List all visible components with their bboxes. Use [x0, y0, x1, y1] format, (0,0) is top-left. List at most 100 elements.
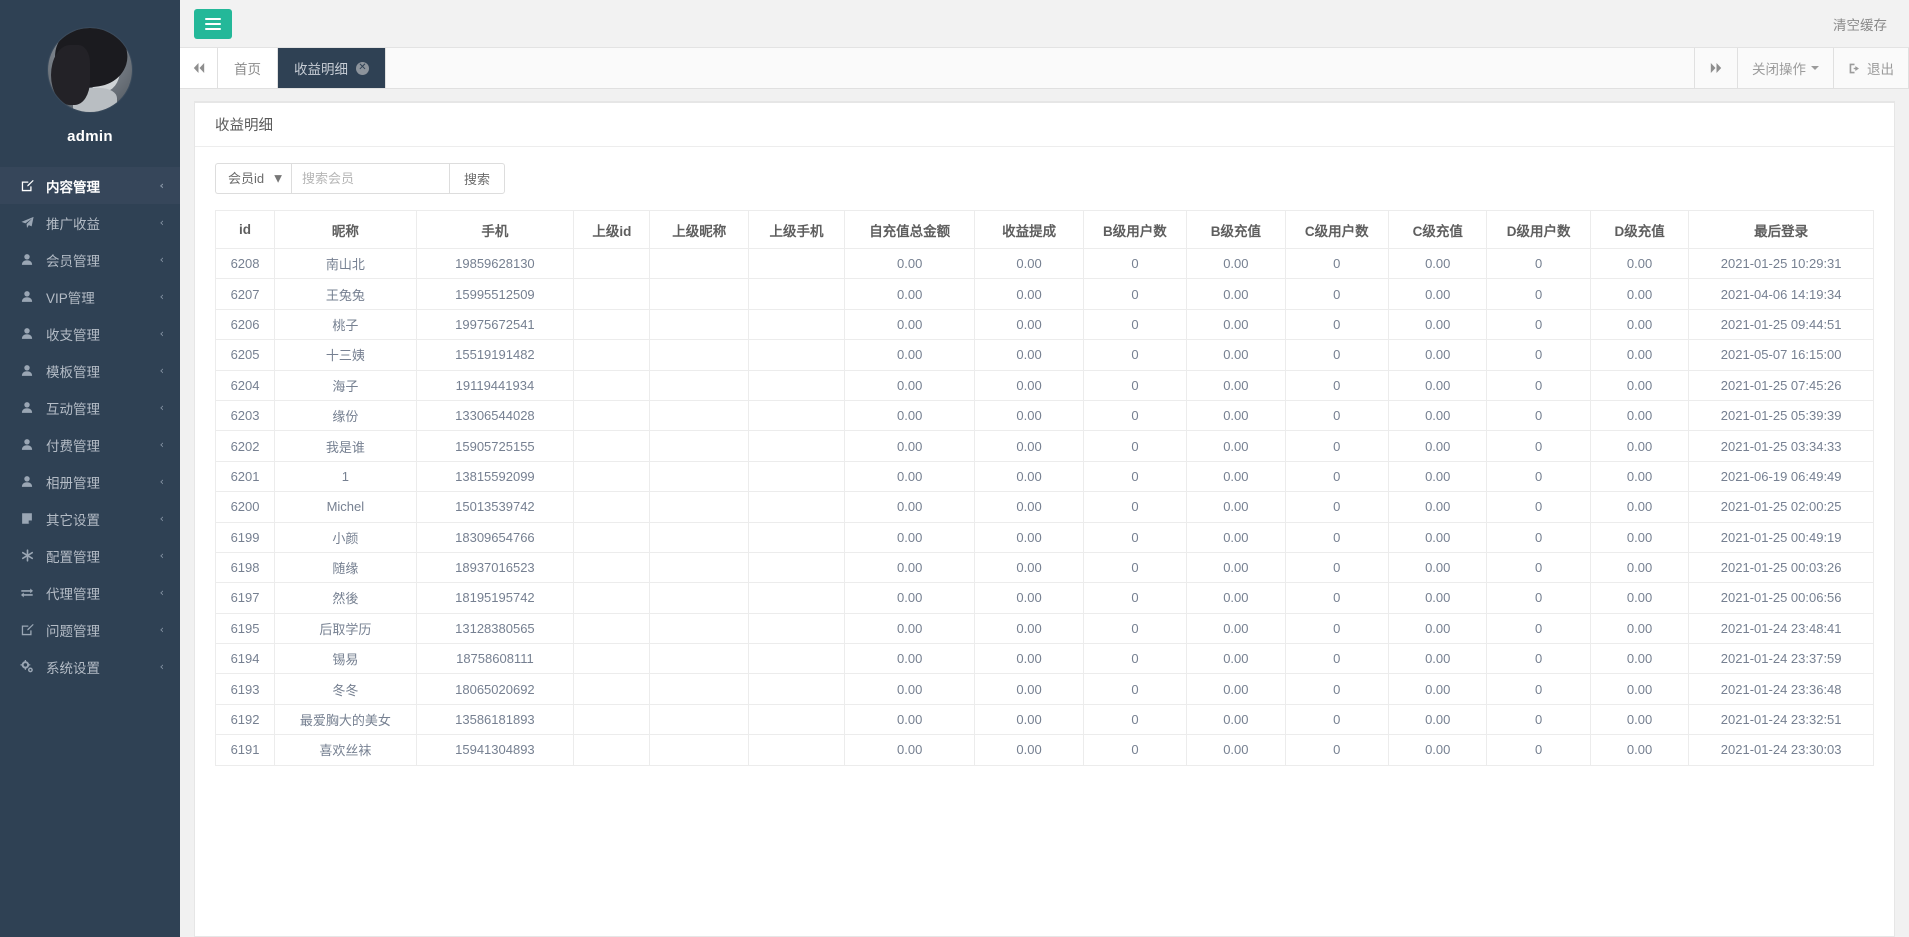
table-cell: 18309654766: [416, 522, 574, 552]
table-row[interactable]: 6194锡易187586081110.000.0000.0000.0000.00…: [216, 644, 1874, 674]
table-cell: 0.00: [1590, 644, 1688, 674]
table-cell: 0.00: [1388, 613, 1486, 643]
table-cell: 0.00: [1187, 340, 1285, 370]
panel-body: 会员id ▼ 搜索: [195, 147, 1894, 936]
table-row[interactable]: 6207王兔兔159955125090.000.0000.0000.0000.0…: [216, 279, 1874, 309]
sidebar-item-10[interactable]: 其它设置‹: [0, 500, 180, 537]
table-cell: [574, 583, 650, 613]
menu-icon[interactable]: [194, 9, 232, 39]
table-cell: [748, 370, 844, 400]
table-row[interactable]: 6198随缘189370165230.000.0000.0000.0000.00…: [216, 552, 1874, 582]
table-cell: 15519191482: [416, 340, 574, 370]
close-operations-label: 关闭操作: [1752, 58, 1806, 78]
table-row[interactable]: 6206桃子199756725410.000.0000.0000.0000.00…: [216, 309, 1874, 339]
table-cell: 15013539742: [416, 492, 574, 522]
table-cell: 0: [1487, 704, 1590, 734]
table-row[interactable]: 6192最爱胸大的美女135861818930.000.0000.0000.00…: [216, 704, 1874, 734]
table-cell: [650, 552, 748, 582]
tabs-scroll-right-icon[interactable]: [1695, 48, 1738, 88]
table-cell: [748, 613, 844, 643]
table-cell: 6205: [216, 340, 275, 370]
table-cell: [748, 309, 844, 339]
sidebar-item-2[interactable]: 推广收益‹: [0, 204, 180, 241]
table-cell: 0: [1487, 340, 1590, 370]
table-cell: 2021-01-25 00:06:56: [1689, 583, 1874, 613]
table-row[interactable]: 62011138155920990.000.0000.0000.0000.002…: [216, 461, 1874, 491]
table-row[interactable]: 6208南山北198596281300.000.0000.0000.0000.0…: [216, 249, 1874, 279]
chevron-left-icon: ‹: [160, 549, 164, 562]
tab-strip: 首页 收益明细 ✕ 关闭操作: [180, 48, 1909, 89]
table-row[interactable]: 6205十三姨155191914820.000.0000.0000.0000.0…: [216, 340, 1874, 370]
double-chevron-left-icon: [192, 62, 206, 74]
table-cell: [574, 492, 650, 522]
tab-close-icon[interactable]: ✕: [356, 62, 369, 75]
table-cell: 0: [1487, 583, 1590, 613]
close-operations-dropdown[interactable]: 关闭操作: [1738, 48, 1834, 88]
table-cell: 冬冬: [275, 674, 417, 704]
table-cell: [574, 674, 650, 704]
sidebar-item-label: 其它设置: [46, 509, 160, 529]
table-header-cell: 收益提成: [975, 211, 1083, 249]
table-row[interactable]: 6197然後181951957420.000.0000.0000.0000.00…: [216, 583, 1874, 613]
table-cell: 0: [1083, 644, 1186, 674]
table-cell: 后取学历: [275, 613, 417, 643]
table-cell: [574, 400, 650, 430]
table-row[interactable]: 6200Michel150135397420.000.0000.0000.000…: [216, 492, 1874, 522]
sidebar-item-3[interactable]: 会员管理‹: [0, 241, 180, 278]
table-cell: 0.00: [1187, 370, 1285, 400]
table-body: 6208南山北198596281300.000.0000.0000.0000.0…: [216, 249, 1874, 766]
table-cell: 0.00: [844, 613, 974, 643]
tab-income-detail-label: 收益明细: [294, 58, 348, 78]
table-cell: 0.00: [1187, 735, 1285, 765]
sidebar-item-6[interactable]: 模板管理‹: [0, 352, 180, 389]
table-cell: 0: [1285, 522, 1388, 552]
table-row[interactable]: 6199小颜183096547660.000.0000.0000.0000.00…: [216, 522, 1874, 552]
search-button[interactable]: 搜索: [449, 163, 505, 194]
table-cell: 0: [1285, 492, 1388, 522]
table-scroll-container[interactable]: id昵称手机上级id上级昵称上级手机自充值总金额收益提成B级用户数B级充值C级用…: [215, 210, 1874, 936]
table-cell: [574, 552, 650, 582]
table-cell: 0: [1285, 461, 1388, 491]
table-cell: [650, 249, 748, 279]
sidebar-item-14[interactable]: 系统设置‹: [0, 648, 180, 685]
tab-income-detail[interactable]: 收益明细 ✕: [278, 48, 386, 88]
table-cell: 0: [1285, 674, 1388, 704]
search-input-group: 会员id ▼ 搜索: [215, 163, 505, 194]
table-cell: 0: [1487, 431, 1590, 461]
sidebar-item-label: 代理管理: [46, 583, 160, 603]
asterisk-icon: [18, 549, 36, 563]
table-cell: 0.00: [975, 431, 1083, 461]
tabs-scroll-left-icon[interactable]: [180, 48, 218, 88]
tab-home[interactable]: 首页: [218, 48, 278, 88]
sidebar-item-13[interactable]: 问题管理‹: [0, 611, 180, 648]
table-cell: 0.00: [1590, 431, 1688, 461]
panel: 收益明细 会员id ▼ 搜索: [194, 101, 1895, 937]
table-row[interactable]: 6202我是谁159057251550.000.0000.0000.0000.0…: [216, 431, 1874, 461]
sidebar-item-1[interactable]: 内容管理‹: [0, 167, 180, 204]
search-field-select[interactable]: 会员id: [215, 163, 291, 194]
table-row[interactable]: 6195后取学历131283805650.000.0000.0000.0000.…: [216, 613, 1874, 643]
clear-cache-button[interactable]: 清空缓存: [1833, 14, 1887, 34]
table-cell: [650, 522, 748, 552]
menu-icon-bars: [205, 15, 221, 33]
table-row[interactable]: 6191喜欢丝袜159413048930.000.0000.0000.0000.…: [216, 735, 1874, 765]
sidebar-item-7[interactable]: 互动管理‹: [0, 389, 180, 426]
sidebar-item-11[interactable]: 配置管理‹: [0, 537, 180, 574]
search-input[interactable]: [291, 163, 449, 194]
sidebar-item-12[interactable]: 代理管理‹: [0, 574, 180, 611]
table-cell: [748, 461, 844, 491]
logout-button[interactable]: 退出: [1834, 48, 1909, 88]
table-cell: 6197: [216, 583, 275, 613]
table-cell: 桃子: [275, 309, 417, 339]
table-row[interactable]: 6193冬冬180650206920.000.0000.0000.0000.00…: [216, 674, 1874, 704]
table-cell: 0: [1083, 704, 1186, 734]
sidebar-item-4[interactable]: VIP管理‹: [0, 278, 180, 315]
sidebar-item-5[interactable]: 收支管理‹: [0, 315, 180, 352]
sidebar-item-8[interactable]: 付费管理‹: [0, 426, 180, 463]
table-cell: 0.00: [1590, 249, 1688, 279]
table-cell: 2021-01-24 23:32:51: [1689, 704, 1874, 734]
sidebar-item-9[interactable]: 相册管理‹: [0, 463, 180, 500]
table-row[interactable]: 6203缘份133065440280.000.0000.0000.0000.00…: [216, 400, 1874, 430]
table-cell: [650, 735, 748, 765]
table-row[interactable]: 6204海子191194419340.000.0000.0000.0000.00…: [216, 370, 1874, 400]
